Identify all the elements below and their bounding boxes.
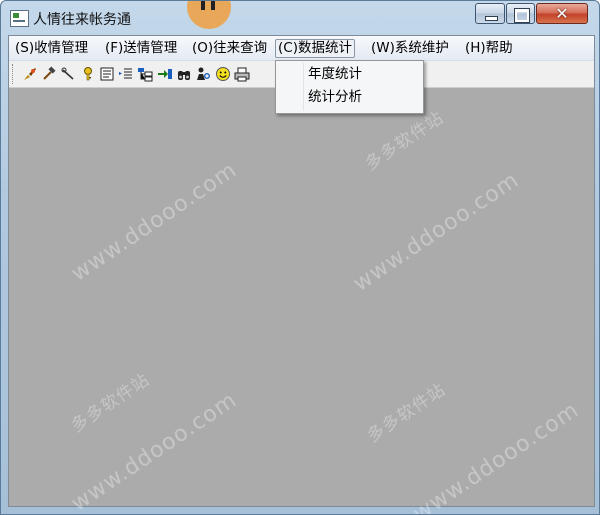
tree-icon[interactable] [136, 64, 154, 83]
watermark-url: www.ddooo.com [67, 387, 242, 515]
menu-item-receive[interactable]: (S)收情管理 [13, 39, 90, 58]
user-search-icon[interactable] [194, 64, 212, 83]
close-icon: ✕ [555, 4, 569, 23]
app-window: 人情往来帐务通 ✕ (S)收情管理 (F)送情管理 (O)往来查询 (C)数据统… [0, 0, 600, 515]
key-icon[interactable] [79, 64, 97, 83]
menu-item-send[interactable]: (F)送情管理 [103, 39, 179, 58]
watermark-url: www.ddooo.com [67, 157, 242, 287]
statistics-dropdown-menu: 年度统计 统计分析 [275, 60, 424, 114]
document-icon[interactable] [98, 64, 116, 83]
menu-bar: (S)收情管理 (F)送情管理 (O)往来查询 (C)数据统计 (W)系统维护 … [9, 36, 594, 61]
indent-icon[interactable] [117, 64, 135, 83]
menu-item-statistics[interactable]: (C)数据统计 [275, 39, 355, 58]
export-icon[interactable] [156, 64, 174, 83]
background-decoration-icon [187, 1, 231, 29]
dropdown-item-stats-analysis[interactable]: 统计分析 [308, 86, 362, 108]
title-bar[interactable]: 人情往来帐务通 ✕ [1, 1, 599, 35]
mdi-client-area: (S)收情管理 (F)送情管理 (O)往来查询 (C)数据统计 (W)系统维护 … [8, 35, 595, 514]
maximize-button[interactable] [506, 3, 535, 24]
menu-item-help[interactable]: (H)帮助 [463, 39, 515, 58]
watermark-url: www.ddooo.com [409, 397, 584, 515]
menu-item-system[interactable]: (W)系统维护 [369, 39, 451, 58]
minimize-icon [485, 16, 498, 21]
watermark-cn: 多多软件站 [67, 369, 154, 437]
dropdown-item-annual-stats[interactable]: 年度统计 [308, 63, 362, 85]
dropdown-gutter [303, 63, 304, 111]
printer-icon[interactable] [233, 64, 251, 83]
brush-icon[interactable] [21, 64, 39, 83]
close-button[interactable]: ✕ [536, 3, 588, 24]
hammer-icon[interactable] [40, 64, 58, 83]
maximize-icon [514, 8, 530, 23]
watermark-cn: 多多软件站 [363, 379, 450, 447]
watermark-cn: 多多软件站 [361, 107, 448, 175]
smiley-icon[interactable] [214, 64, 232, 83]
window-title: 人情往来帐务通 [33, 12, 131, 28]
binoculars-icon[interactable] [175, 64, 193, 83]
wand-icon[interactable] [59, 64, 77, 83]
app-icon[interactable] [10, 10, 29, 27]
menu-item-query[interactable]: (O)往来查询 [190, 39, 269, 58]
watermark-url: www.ddooo.com [349, 167, 524, 297]
minimize-button[interactable] [475, 3, 505, 24]
toolbar-grip[interactable] [12, 64, 16, 84]
